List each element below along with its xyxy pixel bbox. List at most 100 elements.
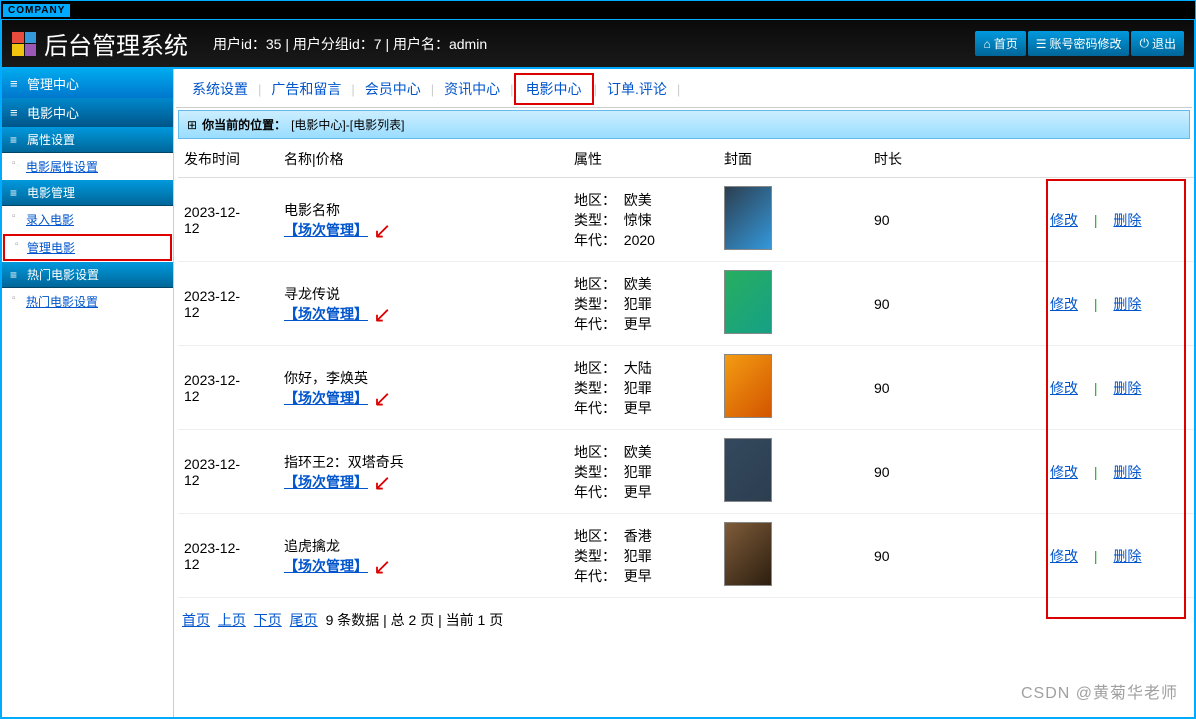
movie-name: 你好，李焕英 xyxy=(284,368,562,388)
action-separator: | xyxy=(1094,212,1098,228)
page-first[interactable]: 首页 xyxy=(182,612,210,628)
breadcrumb: ⊞ 你当前的位置： [电影中心]-[电影列表] xyxy=(178,110,1190,139)
edit-link[interactable]: 修改 xyxy=(1050,296,1078,312)
power-icon: ⏻ xyxy=(1139,36,1149,51)
watermark: CSDN @黄菊华老师 xyxy=(1021,679,1178,703)
page-last[interactable]: 尾页 xyxy=(290,612,318,628)
sidebar-item-add-movie[interactable]: 录入电影 xyxy=(2,206,173,233)
col-duration: 时长 xyxy=(868,141,1044,178)
poster-thumb xyxy=(724,438,772,502)
tab-system[interactable]: 系统设置 xyxy=(182,75,258,103)
cell-name: 指环王2：双塔奇兵 【场次管理】 ↙ xyxy=(278,430,568,514)
schedule-link[interactable]: 【场次管理】 xyxy=(284,390,368,406)
action-separator: | xyxy=(1094,296,1098,312)
cell-actions: 修改 | 删除 xyxy=(1044,262,1194,346)
table-row: 2023-12-12 指环王2：双塔奇兵 【场次管理】 ↙ 地区： 欧美 类型：… xyxy=(178,430,1194,514)
cell-cover xyxy=(718,178,868,262)
action-separator: | xyxy=(1094,548,1098,564)
table-row: 2023-12-12 你好，李焕英 【场次管理】 ↙ 地区： 大陆 类型： 犯罪… xyxy=(178,346,1194,430)
user-icon: ☰ xyxy=(1036,37,1047,51)
col-time: 发布时间 xyxy=(178,141,278,178)
arrow-icon: ↙ xyxy=(373,218,391,244)
movie-name: 寻龙传说 xyxy=(284,284,562,304)
sidebar-section-movie[interactable]: 电影管理 xyxy=(2,180,173,206)
action-separator: | xyxy=(1094,464,1098,480)
movie-name: 追虎擒龙 xyxy=(284,536,562,556)
company-tag: COMPANY xyxy=(3,4,70,17)
arrow-icon: ↙ xyxy=(373,386,391,412)
cell-cover xyxy=(718,346,868,430)
cell-actions: 修改 | 删除 xyxy=(1044,178,1194,262)
edit-link[interactable]: 修改 xyxy=(1050,212,1078,228)
sidebar-section-hot[interactable]: 热门电影设置 xyxy=(2,262,173,288)
cell-duration: 90 xyxy=(868,514,1044,598)
cell-cover xyxy=(718,262,868,346)
bars-icon xyxy=(10,186,22,200)
bars-icon xyxy=(10,105,22,120)
cell-duration: 90 xyxy=(868,262,1044,346)
content-area: 系统设置| 广告和留言| 会员中心| 资讯中心| 电影中心| 订单.评论| ⊞ … xyxy=(174,69,1194,717)
cell-cover xyxy=(718,430,868,514)
sidebar: 管理中心 电影中心 属性设置 电影属性设置 电影管理 录入电影 管理电影 热门电… xyxy=(2,69,174,717)
movie-name: 电影名称 xyxy=(284,200,562,220)
table-row: 2023-12-12 追虎擒龙 【场次管理】 ↙ 地区： 香港 类型： 犯罪 年… xyxy=(178,514,1194,598)
page-next[interactable]: 下页 xyxy=(254,612,282,628)
movie-table: 发布时间 名称|价格 属性 封面 时长 2023-12-12 电影名称 【场次管… xyxy=(178,141,1194,598)
cell-duration: 90 xyxy=(868,430,1044,514)
cell-attr: 地区： 欧美 类型： 犯罪 年代： 更早 xyxy=(568,262,718,346)
cell-name: 你好，李焕英 【场次管理】 ↙ xyxy=(278,346,568,430)
sidebar-section-attr[interactable]: 属性设置 xyxy=(2,127,173,153)
sidebar-item-hot-setting[interactable]: 热门电影设置 xyxy=(2,288,173,315)
edit-link[interactable]: 修改 xyxy=(1050,464,1078,480)
delete-link[interactable]: 删除 xyxy=(1113,548,1141,564)
cell-attr: 地区： 欧美 类型： 惊悚 年代： 2020 xyxy=(568,178,718,262)
col-cover: 封面 xyxy=(718,141,868,178)
top-strip: COMPANY xyxy=(0,0,1196,20)
logo-icon xyxy=(12,32,36,56)
cell-duration: 90 xyxy=(868,346,1044,430)
app-header: 后台管理系统 用户id：35 | 用户分组id：7 | 用户名：admin ⌂首… xyxy=(0,20,1196,69)
cell-actions: 修改 | 删除 xyxy=(1044,430,1194,514)
pagination: 首页 上页 下页 尾页 9 条数据 | 总 2 页 | 当前 1 页 xyxy=(176,600,1192,640)
password-button[interactable]: ☰账号密码修改 xyxy=(1028,31,1130,56)
delete-link[interactable]: 删除 xyxy=(1113,464,1141,480)
poster-thumb xyxy=(724,522,772,586)
edit-link[interactable]: 修改 xyxy=(1050,380,1078,396)
bars-icon xyxy=(10,133,22,147)
home-button[interactable]: ⌂首页 xyxy=(975,31,1025,56)
delete-link[interactable]: 删除 xyxy=(1113,380,1141,396)
cell-cover xyxy=(718,514,868,598)
logout-button[interactable]: ⏻退出 xyxy=(1131,31,1184,56)
arrow-icon: ↙ xyxy=(373,470,391,496)
poster-thumb xyxy=(724,270,772,334)
delete-link[interactable]: 删除 xyxy=(1113,296,1141,312)
sidebar-item-manage-movie[interactable]: 管理电影 xyxy=(3,234,172,261)
cell-attr: 地区： 大陆 类型： 犯罪 年代： 更早 xyxy=(568,346,718,430)
cell-attr: 地区： 香港 类型： 犯罪 年代： 更早 xyxy=(568,514,718,598)
col-attr: 属性 xyxy=(568,141,718,178)
sidebar-item-attr-setting[interactable]: 电影属性设置 xyxy=(2,153,173,180)
schedule-link[interactable]: 【场次管理】 xyxy=(284,474,368,490)
sidebar-center-title: 管理中心 xyxy=(2,69,173,98)
tab-member[interactable]: 会员中心 xyxy=(355,75,431,103)
tab-order[interactable]: 订单.评论 xyxy=(597,75,677,103)
schedule-link[interactable]: 【场次管理】 xyxy=(284,558,368,574)
schedule-link[interactable]: 【场次管理】 xyxy=(284,306,368,322)
cell-actions: 修改 | 删除 xyxy=(1044,514,1194,598)
table-row: 2023-12-12 电影名称 【场次管理】 ↙ 地区： 欧美 类型： 惊悚 年… xyxy=(178,178,1194,262)
col-actions xyxy=(1044,141,1194,178)
tab-news[interactable]: 资讯中心 xyxy=(434,75,510,103)
home-icon: ⌂ xyxy=(983,37,990,51)
schedule-link[interactable]: 【场次管理】 xyxy=(284,222,368,238)
table-row: 2023-12-12 寻龙传说 【场次管理】 ↙ 地区： 欧美 类型： 犯罪 年… xyxy=(178,262,1194,346)
delete-link[interactable]: 删除 xyxy=(1113,212,1141,228)
tab-ads[interactable]: 广告和留言 xyxy=(261,75,351,103)
sidebar-module-title: 电影中心 xyxy=(2,98,173,127)
page-prev[interactable]: 上页 xyxy=(218,612,246,628)
cell-duration: 90 xyxy=(868,178,1044,262)
edit-link[interactable]: 修改 xyxy=(1050,548,1078,564)
bars-icon xyxy=(10,268,22,282)
tab-movie[interactable]: 电影中心 xyxy=(514,73,594,105)
arrow-icon: ↙ xyxy=(373,554,391,580)
cell-name: 追虎擒龙 【场次管理】 ↙ xyxy=(278,514,568,598)
